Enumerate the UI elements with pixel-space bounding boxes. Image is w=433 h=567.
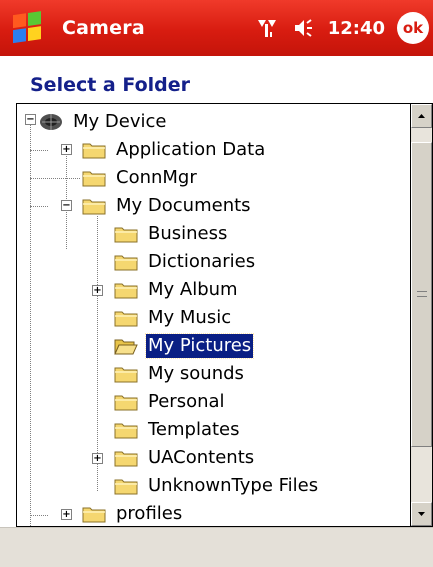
folder-icon: [82, 196, 114, 216]
tree-line: [30, 120, 31, 526]
folder-icon: [114, 392, 146, 412]
folder-icon: [82, 168, 114, 188]
grip-icon: [417, 291, 427, 297]
title-bar: Camera 12:40 ok: [0, 0, 433, 56]
tree-item-label: Templates: [148, 419, 240, 440]
device-icon: [39, 111, 71, 133]
folder-icon: [82, 140, 114, 160]
signal-icon[interactable]: [256, 17, 278, 39]
tree-item[interactable]: profiles: [82, 500, 184, 526]
tree-item[interactable]: My sounds: [114, 360, 246, 388]
tree-line: [97, 216, 98, 491]
tree-item-label: Application Data: [116, 139, 266, 160]
folder-icon: [114, 252, 146, 272]
tree-item[interactable]: My Pictures: [114, 332, 255, 360]
tree-item-label: ConnMgr: [116, 167, 197, 188]
open-folder-icon: [114, 336, 146, 356]
tree-item[interactable]: UnknownType Files: [114, 472, 320, 500]
tree-item-label: Dictionaries: [148, 251, 256, 272]
app-title: Camera: [62, 17, 145, 39]
expand-icon[interactable]: +: [61, 509, 72, 520]
status-area: 12:40: [256, 0, 385, 56]
scroll-thumb[interactable]: [411, 142, 432, 447]
tree-item-label: My Album: [148, 279, 238, 300]
tree-item-label: profiles: [116, 503, 183, 524]
scroll-down-button[interactable]: [411, 502, 432, 526]
page-title: Select a Folder: [30, 74, 190, 96]
windows-start-icon: [13, 11, 43, 45]
tree-item[interactable]: My Device: [39, 108, 168, 136]
tree-item[interactable]: Application Data: [82, 136, 267, 164]
tree-item[interactable]: Personal: [114, 388, 227, 416]
tree-item[interactable]: UAContents: [114, 444, 256, 472]
folder-tree[interactable]: My Device Application Data ConnMgr My Docum…: [16, 103, 433, 527]
tree-line: [30, 178, 80, 179]
tree-line: [30, 150, 48, 151]
folder-icon: [114, 308, 146, 328]
expand-icon[interactable]: +: [61, 144, 72, 155]
arrow-up-icon: [418, 114, 425, 118]
tree-item-label: Personal: [148, 391, 225, 412]
expand-icon[interactable]: +: [92, 453, 103, 464]
collapse-icon[interactable]: −: [25, 114, 36, 125]
folder-icon: [114, 280, 146, 300]
collapse-icon[interactable]: −: [61, 200, 72, 211]
tree-item-label: My sounds: [148, 363, 244, 384]
expand-icon[interactable]: +: [92, 285, 103, 296]
folder-icon: [114, 420, 146, 440]
tree-item[interactable]: My Album: [114, 276, 240, 304]
bottom-bar: [0, 527, 433, 567]
start-button[interactable]: [0, 0, 56, 56]
tree-item[interactable]: Templates: [114, 416, 242, 444]
tree-item-label: My Pictures: [144, 333, 255, 359]
vertical-scrollbar[interactable]: [410, 104, 432, 526]
tree-item-label: My Music: [148, 307, 232, 328]
arrow-down-icon: [418, 512, 425, 516]
tree-viewport: My Device Application Data ConnMgr My Docum…: [17, 104, 412, 526]
folder-icon: [82, 504, 114, 524]
tree-item[interactable]: Dictionaries: [114, 248, 257, 276]
folder-icon: [114, 476, 146, 496]
clock[interactable]: 12:40: [328, 18, 385, 39]
tree-item-label: My Device: [73, 111, 167, 132]
folder-icon: [114, 364, 146, 384]
tree-item[interactable]: My Music: [114, 304, 233, 332]
tree-item[interactable]: My Documents: [82, 192, 253, 220]
volume-icon[interactable]: [292, 17, 314, 39]
tree-item[interactable]: Business: [114, 220, 229, 248]
ok-button[interactable]: ok: [397, 12, 429, 44]
folder-icon: [114, 448, 146, 468]
scroll-up-button[interactable]: [411, 104, 432, 128]
tree-line: [30, 515, 48, 516]
folder-icon: [114, 224, 146, 244]
tree-line: [30, 206, 48, 207]
tree-item-label: UnknownType Files: [148, 475, 319, 496]
tree-item-label: Business: [148, 223, 228, 244]
tree-line: [66, 144, 67, 249]
tree-item-label: UAContents: [148, 447, 255, 468]
tree-item-label: My Documents: [116, 195, 251, 216]
tree-item[interactable]: ConnMgr: [82, 164, 199, 192]
